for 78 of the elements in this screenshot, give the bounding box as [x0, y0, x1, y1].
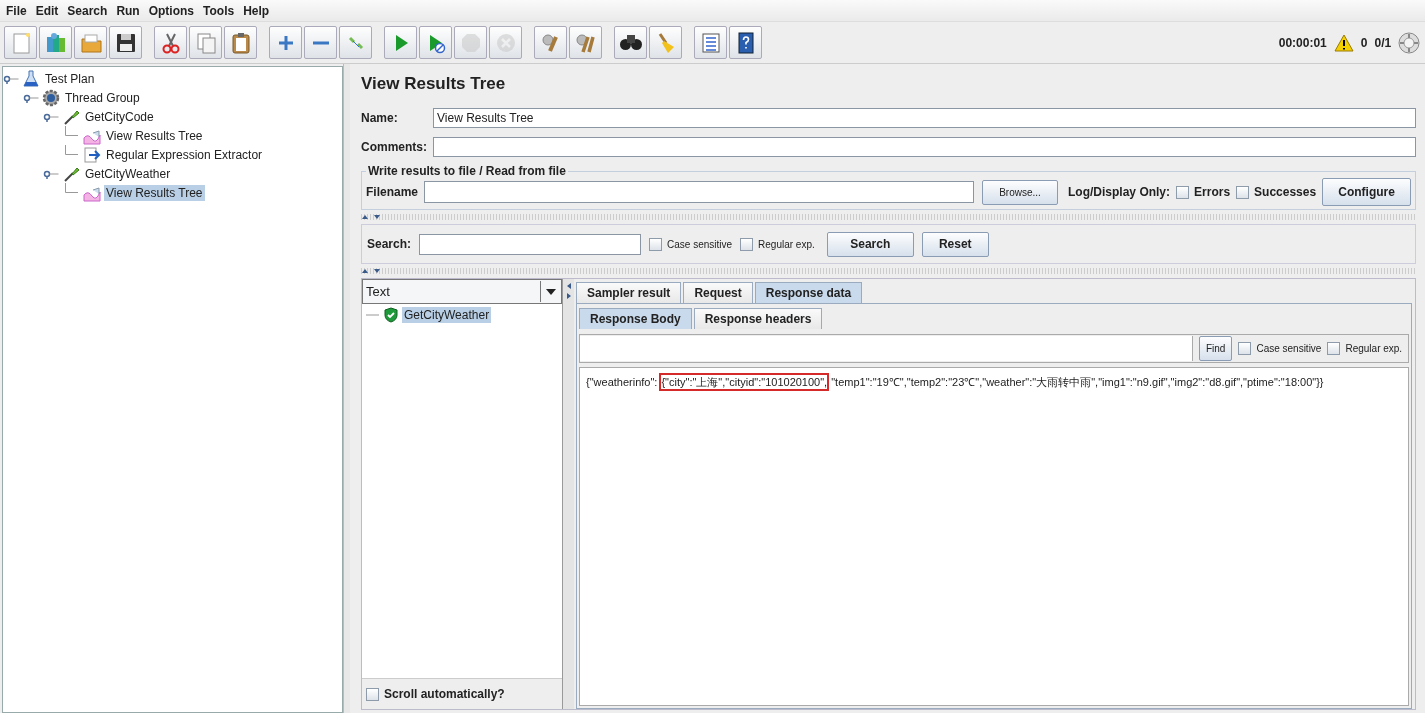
elapsed-time: 00:00:01 — [1278, 35, 1327, 50]
collapse-arrows-icon[interactable] — [361, 268, 383, 274]
thread-count: 0/1 — [1374, 35, 1392, 50]
toolbar-button[interactable] — [729, 26, 762, 59]
flask-icon — [22, 69, 40, 88]
thread-status-icon — [1398, 31, 1421, 54]
menu-item[interactable]: Help — [239, 3, 275, 18]
checkbox[interactable] — [1176, 185, 1190, 199]
tree-item[interactable]: GetCityCode — [83, 108, 156, 125]
checkbox[interactable] — [1236, 185, 1250, 199]
menu-item[interactable]: Options — [144, 3, 200, 18]
minus-icon — [312, 40, 329, 45]
document-arrow-icon — [83, 145, 101, 164]
group-title: Write results to file / Read from file — [367, 164, 567, 178]
tree-item[interactable]: View Results Tree — [104, 127, 205, 144]
tab[interactable]: Response Body — [579, 308, 692, 329]
menu-item[interactable]: File — [2, 3, 32, 18]
tree-item[interactable]: Regular Expression Extractor — [104, 146, 265, 163]
checkbox-label: Errors — [1194, 185, 1231, 199]
tree-connector-icon — [65, 126, 78, 136]
expanded-handle-icon[interactable] — [43, 168, 59, 179]
checkbox[interactable] — [1327, 342, 1341, 355]
checkbox-label: Regular exp. — [1345, 343, 1403, 354]
binoculars-icon — [619, 35, 642, 50]
field-label: Comments: — [361, 139, 428, 154]
toolbar-button[interactable] — [109, 26, 142, 59]
find-button[interactable]: Find — [1198, 336, 1233, 361]
dropdown-value: Text — [366, 284, 390, 299]
tree-connector-icon — [65, 145, 78, 155]
text-field[interactable] — [433, 136, 1417, 157]
checkbox-label: Case sensitive — [667, 238, 733, 250]
menu-item[interactable]: Edit — [31, 3, 64, 18]
split-arrows-icon[interactable] — [565, 282, 572, 300]
tab[interactable]: Response headers — [693, 308, 823, 329]
checkbox[interactable] — [649, 237, 663, 251]
browse-button[interactable]: Browse... — [982, 179, 1059, 205]
warning-count: 0 — [1360, 35, 1368, 50]
reset-button[interactable]: Reset — [921, 231, 989, 257]
sample-result-item[interactable]: GetCityWeather — [402, 307, 492, 323]
tree-item[interactable]: Thread Group — [63, 89, 142, 106]
gear-icon — [42, 88, 60, 107]
response-body-text: {"weatherinfo": {"city":"上海","cityid":"101020100", "temp1":"19℃","temp2":"23℃","weather":"大雨转中雨","img1":"n9.gif","img2":"d8.gif","ptime":"18:00"}} — [584, 374, 1405, 390]
expanded-handle-icon[interactable] — [23, 92, 39, 103]
field-label: Search: — [367, 237, 412, 251]
field-label: Log/Display Only: — [1068, 185, 1171, 199]
checkbox[interactable] — [1238, 342, 1252, 355]
filename-field[interactable] — [424, 181, 975, 203]
shield-check-icon — [384, 307, 398, 323]
expanded-handle-icon[interactable] — [43, 111, 59, 122]
tab[interactable]: Sampler result — [576, 282, 682, 303]
field-label: Filename — [366, 185, 419, 199]
tree-item[interactable]: Test Plan — [43, 70, 97, 87]
menu-item[interactable]: Search — [63, 3, 113, 18]
search-field[interactable] — [419, 233, 642, 255]
search-button[interactable]: Search — [826, 231, 914, 257]
tree-item[interactable]: View Results Tree — [104, 184, 205, 201]
panel-title: View Results Tree — [361, 74, 507, 94]
field-label: Name: — [361, 110, 399, 125]
checkbox-label: Case sensitive — [1256, 343, 1322, 354]
checkbox[interactable] — [740, 237, 754, 251]
warning-icon — [1333, 33, 1354, 52]
menu-item[interactable]: Run — [112, 3, 145, 18]
tab[interactable]: Response data — [754, 282, 863, 303]
tree-connector-icon — [65, 183, 78, 193]
renderer-dropdown[interactable]: Text — [362, 279, 562, 304]
text-field[interactable]: View Results Tree — [433, 107, 1417, 128]
configure-button[interactable]: Configure — [1322, 178, 1412, 206]
checkbox-label: Successes — [1254, 185, 1317, 199]
menu-item[interactable]: Tools — [199, 3, 240, 18]
tree-item[interactable]: GetCityWeather — [83, 165, 173, 182]
toolbar-button[interactable] — [614, 26, 647, 59]
expanded-handle-icon[interactable] — [3, 73, 19, 84]
checkbox-label: Regular exp. — [758, 238, 815, 250]
tab[interactable]: Request — [683, 282, 753, 303]
checkbox-label: Scroll automatically? — [384, 687, 505, 701]
find-field[interactable] — [580, 336, 1193, 361]
checkbox[interactable] — [366, 687, 379, 701]
collapse-arrows-icon[interactable] — [361, 214, 383, 220]
